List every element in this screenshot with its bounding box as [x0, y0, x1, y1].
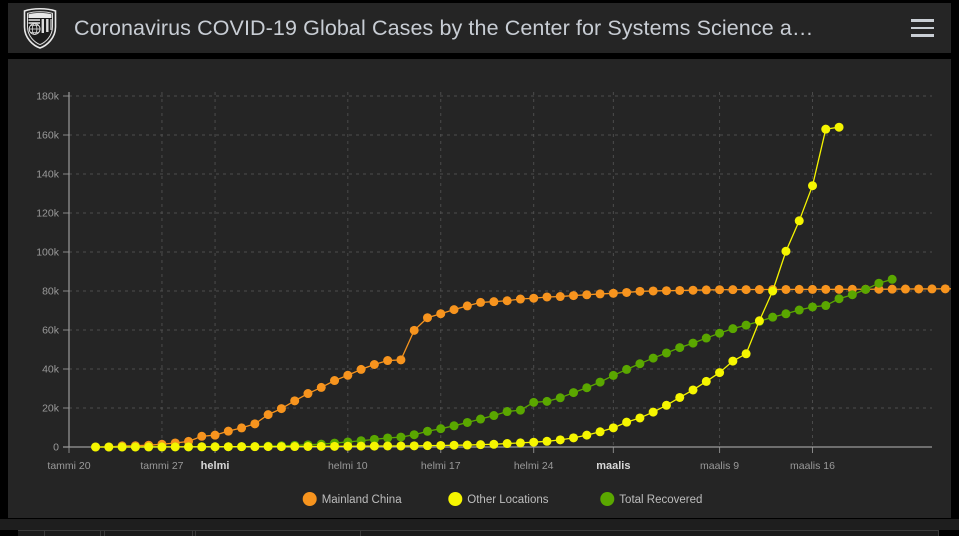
legend-swatch: [448, 492, 463, 506]
series-mainland-china: [91, 284, 951, 452]
y-axis-tick-label: 40k: [42, 364, 60, 376]
legend-swatch: [600, 492, 615, 506]
taskbar-item[interactable]: [361, 530, 939, 536]
x-axis-tick-label: maalis: [596, 460, 630, 472]
y-axis-tick-label: 100k: [36, 247, 60, 259]
legend-item[interactable]: Other Locations: [448, 492, 549, 506]
x-axis-tick-label: tammi 27: [140, 460, 183, 472]
legend-item[interactable]: Mainland China: [302, 492, 403, 506]
x-axis-tick-label: helmi 10: [328, 460, 368, 472]
hamburger-menu-icon[interactable]: [907, 13, 937, 43]
app-header: Coronavirus COVID-19 Global Cases by the…: [8, 3, 951, 53]
legend-label: Mainland China: [322, 494, 403, 506]
taskbar-item[interactable]: [45, 530, 101, 536]
y-axis-tick-label: 120k: [36, 208, 60, 220]
y-axis-tick-label: 140k: [36, 169, 60, 181]
x-axis-tick-label: maalis 16: [790, 460, 835, 472]
y-axis-tick-label: 0: [53, 442, 59, 454]
legend-item[interactable]: Total Recovered: [600, 492, 702, 506]
taskbar-buttons[interactable]: [0, 530, 959, 536]
chart-panel: 0 20k 40k 60k 80k 100k 120k 140k 160k 180k tammi 2…: [8, 59, 951, 518]
x-axis-tick-label: tammi 20: [47, 460, 90, 472]
application-window: Coronavirus COVID-19 Global Cases by the…: [0, 0, 959, 536]
y-axis-tick-label: 20k: [42, 403, 60, 415]
taskbar-item[interactable]: [18, 530, 45, 536]
cumulative-cases-line-chart[interactable]: 0 20k 40k 60k 80k 100k 120k 140k 160k 180k tammi 2…: [8, 59, 951, 518]
taskbar-background: [0, 518, 959, 530]
y-axis-tick-label: 160k: [36, 130, 60, 142]
y-axis-tick-label: 80k: [42, 286, 60, 298]
legend-label: Other Locations: [467, 494, 548, 506]
x-axis-tick-label: maalis 9: [700, 460, 739, 472]
page-title: Coronavirus COVID-19 Global Cases by the…: [74, 15, 814, 40]
x-axis-tick-label: helmi 24: [514, 460, 554, 472]
taskbar-item[interactable]: [196, 530, 361, 536]
johns-hopkins-shield-logo: [20, 7, 60, 49]
legend-label: Total Recovered: [619, 494, 702, 506]
legend-swatch: [302, 492, 317, 506]
taskbar-item[interactable]: [105, 530, 193, 536]
x-axis-tick-label: helmi: [201, 460, 230, 472]
x-axis-tick-label: helmi 17: [421, 460, 461, 472]
y-axis-tick-label: 180k: [36, 91, 60, 103]
desktop-taskbar[interactable]: [0, 518, 959, 536]
y-axis-tick-label: 60k: [42, 325, 60, 337]
taskbar-spacer: [0, 530, 18, 536]
